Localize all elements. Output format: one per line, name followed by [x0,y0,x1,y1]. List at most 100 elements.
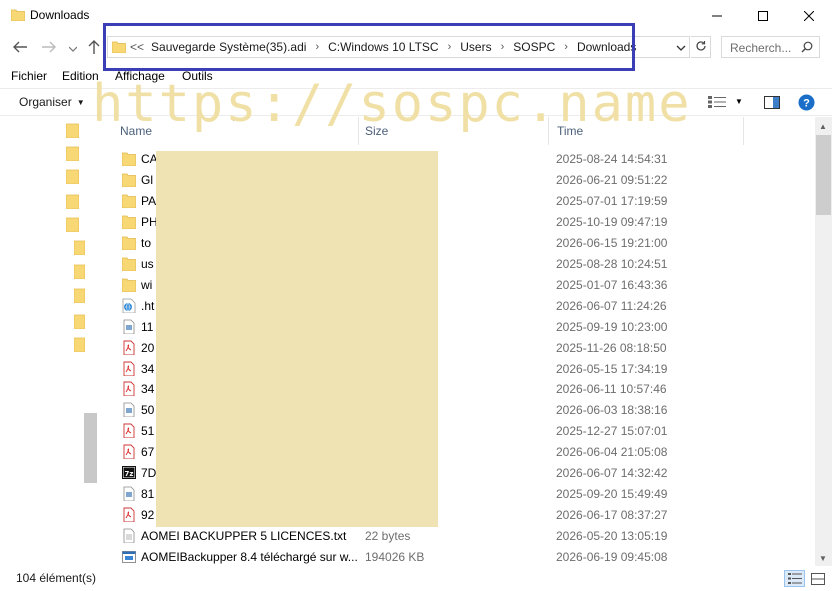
column-divider[interactable] [548,117,549,145]
scroll-down-icon[interactable]: ▼ [819,554,827,563]
file-name: to [141,235,152,250]
search-input[interactable]: Recherch... [721,36,820,58]
preview-pane-icon[interactable] [764,96,780,112]
menu-outils[interactable]: Outils [182,69,213,83]
pdf-file-icon [122,340,136,355]
folder-icon[interactable] [65,169,80,187]
search-placeholder: Recherch... [730,41,792,55]
folder-icon[interactable] [65,146,80,164]
chevron-down-icon [676,45,686,51]
arrow-left-icon [13,41,27,56]
help-icon[interactable]: ? [798,94,815,114]
file-row[interactable]: AOMEI BACKUPPER 5 LICENCES.txt 22 bytes 20… [97,525,815,546]
7zip-archive-icon: 7z [122,465,136,480]
triangle-down-icon[interactable]: ▼ [735,97,743,106]
breadcrumb-item[interactable]: C:Windows 10 LTSC [328,40,438,54]
file-time: 2025-12-27 15:07:01 [556,424,668,439]
maximize-button[interactable] [740,0,786,31]
chevron-right-icon[interactable]: › [315,41,319,53]
navigation-pane-scrollbar[interactable] [84,413,97,483]
back-button[interactable] [11,40,29,56]
vertical-scrollbar[interactable]: ▲ ▼ [815,117,832,566]
large-icons-view-icon [811,572,825,585]
minimize-button[interactable] [694,0,740,31]
folder-icon[interactable] [65,217,80,235]
address-history-dropdown[interactable] [676,41,686,55]
minimize-icon [712,11,722,21]
scrollbar-thumb[interactable] [816,135,831,215]
up-button[interactable] [85,39,103,57]
folder-icon [121,277,137,293]
forward-button[interactable] [40,40,58,56]
file-time: 2026-06-21 09:51:22 [556,172,668,187]
address-bar[interactable]: << Sauvegarde Système(35).adi › C:Window… [107,36,690,58]
file-time: 2025-11-26 08:18:50 [556,340,667,355]
close-button[interactable] [786,0,832,31]
breadcrumb-item[interactable]: Users [460,40,491,54]
exe-file-icon [122,549,136,564]
file-name: 92 [141,508,155,523]
file-time: 2025-08-28 10:24:51 [556,256,668,271]
file-size: 22 bytes [365,529,411,544]
item-count: 104 élément(s) [16,571,97,585]
breadcrumb-item[interactable]: Sauvegarde Système(35).adi [151,40,306,54]
file-name: 34 [141,361,155,376]
large-icons-view-toggle[interactable] [808,570,828,587]
image-file-icon [122,319,136,334]
pdf-file-icon [122,361,136,376]
recent-locations-button[interactable] [64,40,82,56]
file-row[interactable]: AOMEIBackupper 8.4 téléchargé sur w... 19… [97,546,815,567]
column-size[interactable]: Size [365,124,388,138]
chevron-right-icon[interactable]: › [564,41,568,53]
sort-ascending-icon: ^ [233,117,237,126]
organise-button[interactable]: Organiser ▼ [19,95,85,109]
breadcrumb-item[interactable]: SOSPC [513,40,555,54]
file-time: 2025-01-07 16:43:36 [556,277,668,292]
file-name: us [141,256,154,271]
file-name: 7D [141,466,157,481]
column-divider[interactable] [358,117,359,145]
image-file-icon [122,486,136,502]
folder-icon[interactable] [65,123,80,141]
folder-icon [121,214,137,230]
arrow-up-icon [88,39,100,57]
folder-icon[interactable] [73,314,86,332]
refresh-button[interactable] [691,36,711,58]
folder-icon[interactable] [65,194,80,212]
close-icon [804,10,814,21]
file-time: 2026-06-07 11:24:26 [556,298,667,313]
file-name: 51 [141,424,155,439]
svg-text:7z: 7z [125,470,134,478]
column-time[interactable]: Time [557,124,583,138]
file-name: 20 [141,340,155,355]
column-name[interactable]: Name [120,124,152,138]
folder-icon[interactable] [73,337,86,355]
file-time: 2025-10-19 09:47:19 [556,214,668,229]
folder-icon [10,8,26,24]
folder-icon [121,172,137,188]
file-time: 2025-09-19 10:23:00 [556,319,668,334]
scroll-up-icon[interactable]: ▲ [819,122,827,131]
folder-icon [121,256,137,272]
file-time: 2026-06-04 21:05:08 [556,445,668,460]
folder-icon [121,235,137,251]
folder-icon[interactable] [73,240,86,258]
folder-icon[interactable] [73,264,86,282]
pdf-file-icon [122,423,136,439]
file-time: 2026-06-17 08:37:27 [556,508,668,523]
file-name: wi [141,277,153,292]
pdf-file-icon [122,507,136,523]
chevron-right-icon[interactable]: › [448,41,452,53]
menu-affichage[interactable]: Affichage [115,69,165,83]
menu-fichier[interactable]: Fichier [11,69,47,83]
address-overflow[interactable]: << [130,40,144,54]
menu-edition[interactable]: Edition [62,69,99,83]
refresh-icon [695,40,707,55]
folder-icon[interactable] [73,288,86,306]
chevron-right-icon[interactable]: › [501,41,505,53]
image-file-icon [122,402,136,418]
breadcrumb-item[interactable]: Downloads [577,40,636,54]
details-view-icon[interactable] [708,96,726,111]
details-view-toggle[interactable] [784,570,805,587]
column-divider[interactable] [743,117,744,145]
